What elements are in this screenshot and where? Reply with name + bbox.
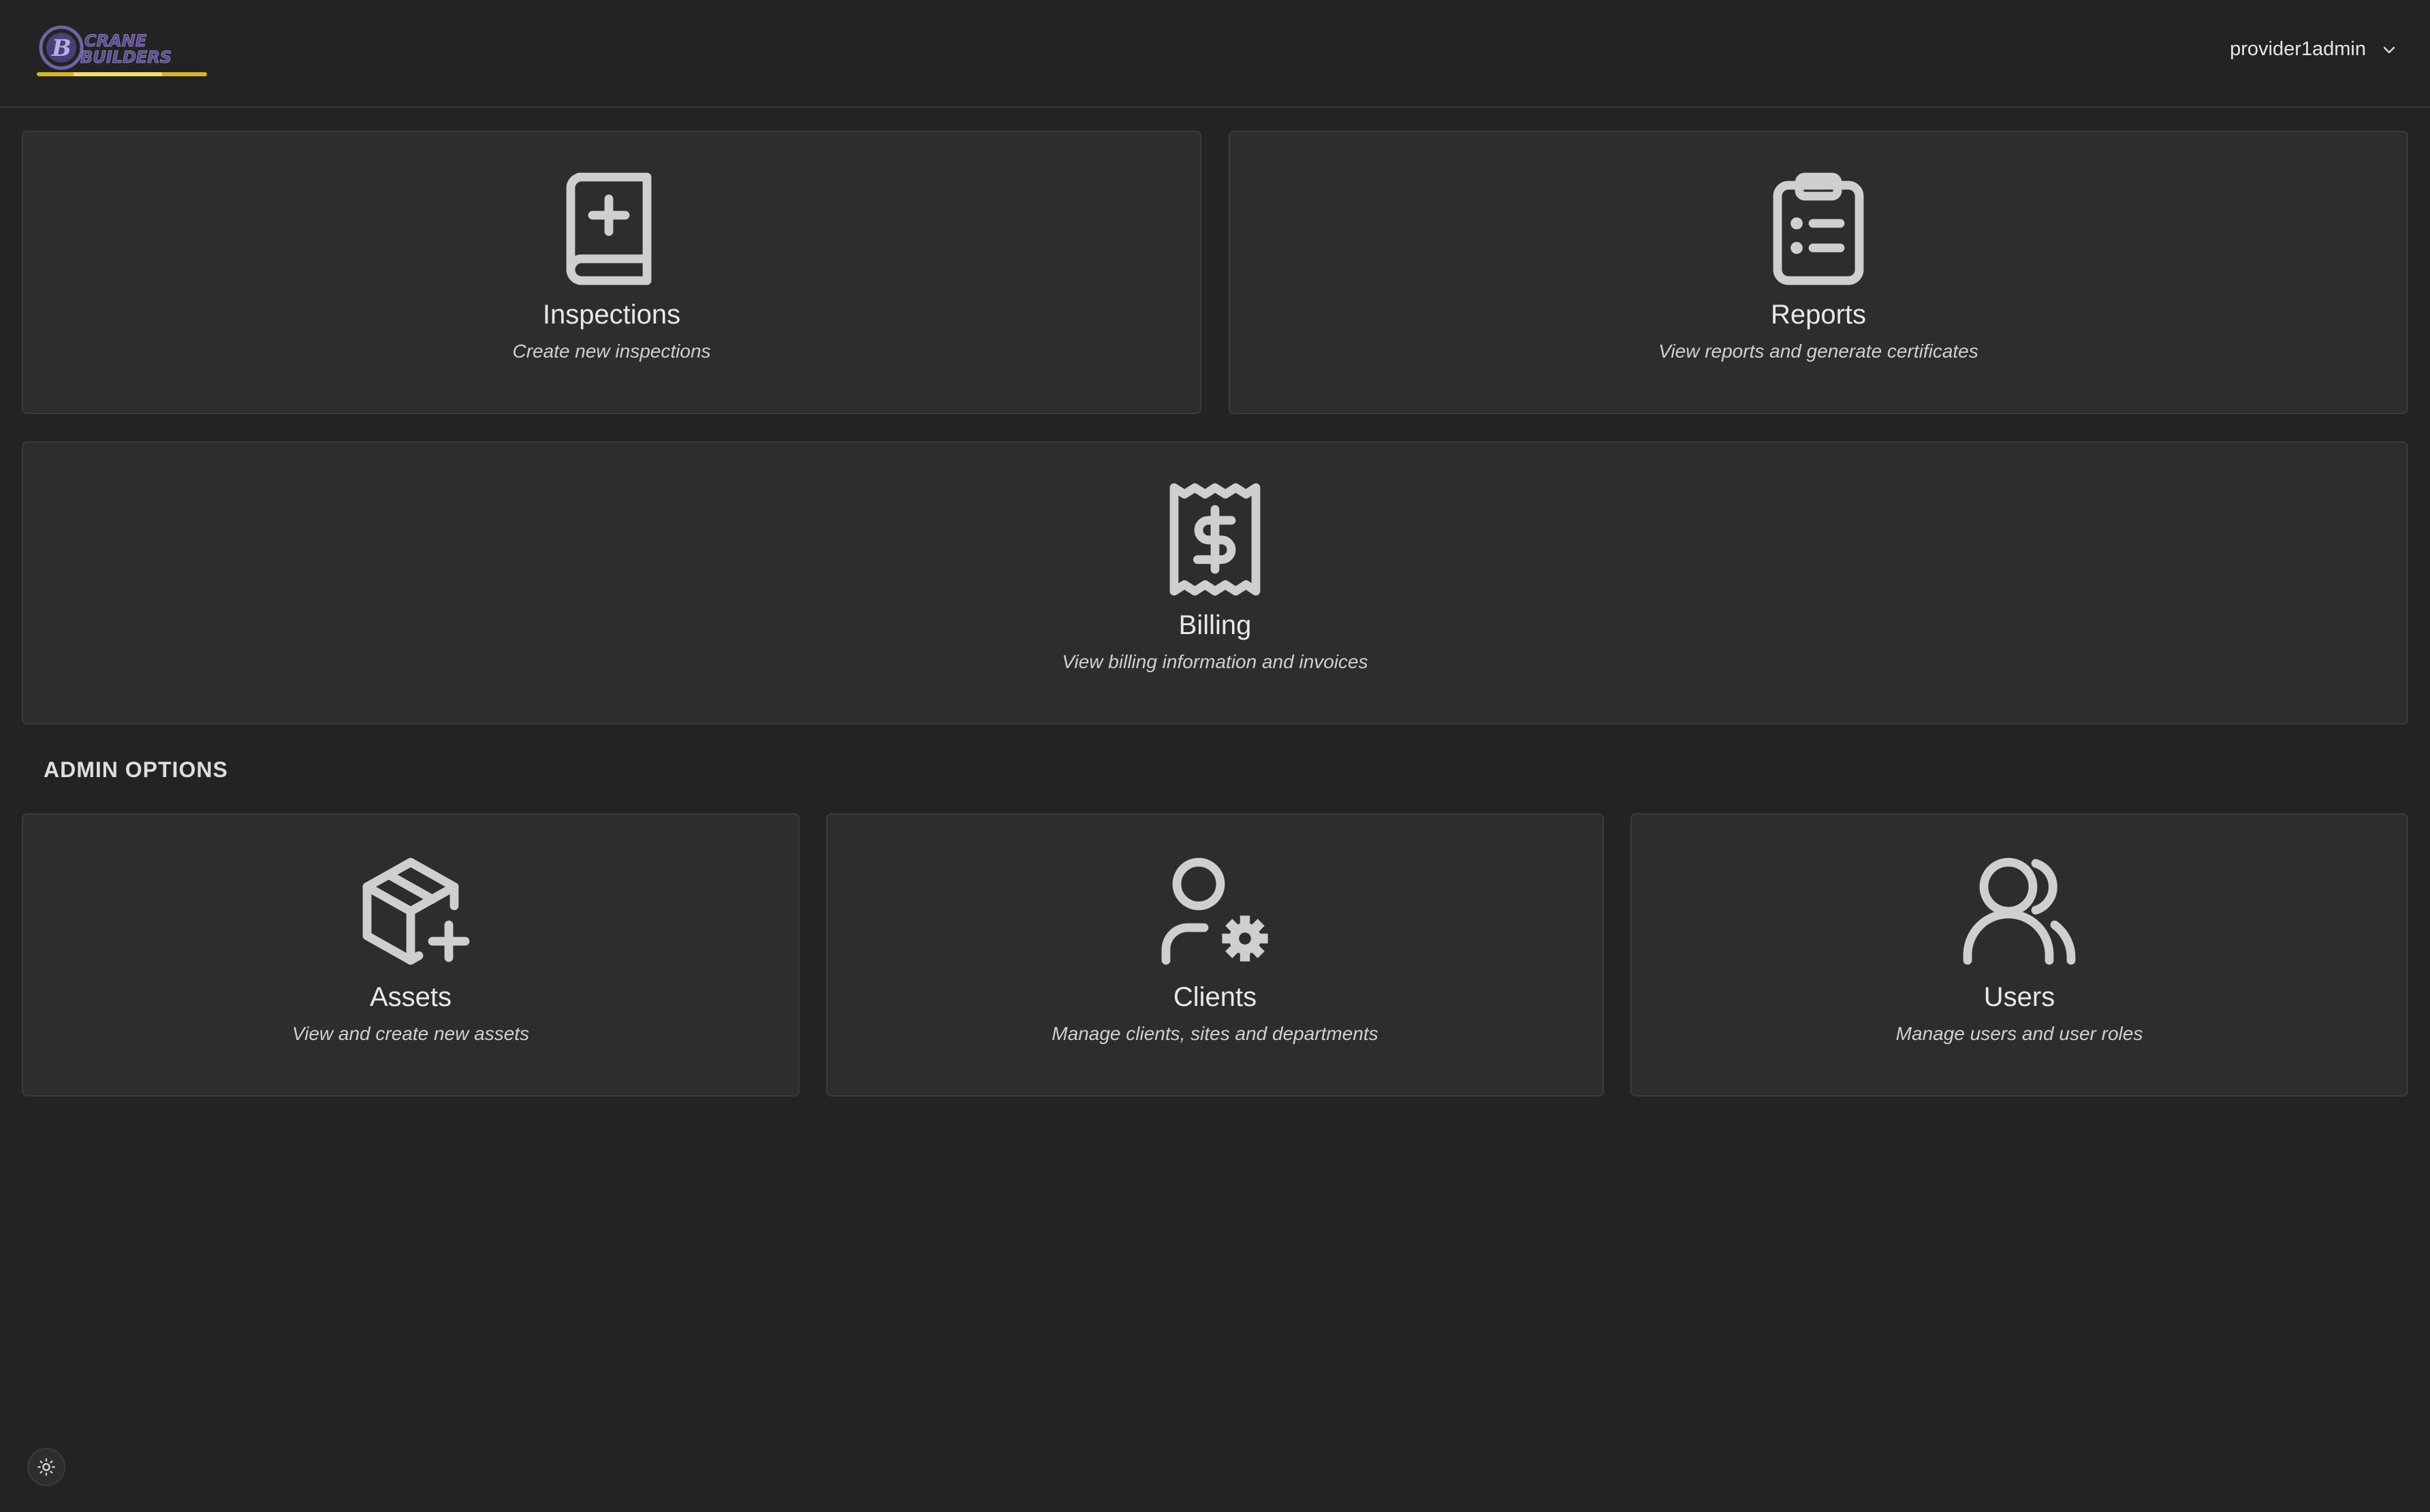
- sun-icon: [37, 1458, 55, 1476]
- inspections-title: Inspections: [542, 300, 681, 330]
- assets-title: Assets: [369, 982, 452, 1012]
- reports-card[interactable]: Reports View reports and generate certif…: [1229, 131, 2408, 414]
- receipt-dollar-icon: [1150, 474, 1280, 605]
- assets-card[interactable]: Assets View and create new assets: [22, 813, 800, 1097]
- assets-description: View and create new assets: [291, 1023, 530, 1044]
- user-menu[interactable]: provider1admin: [2230, 38, 2397, 61]
- reports-title: Reports: [1770, 300, 1867, 330]
- clipboard-list-icon: [1753, 163, 1884, 294]
- username-label: provider1admin: [2230, 38, 2366, 60]
- cb-logo-icon: B CRANE BUILDERS: [37, 25, 207, 76]
- users-card[interactable]: Users Manage users and user roles: [1630, 813, 2408, 1097]
- users-description: Manage users and user roles: [1895, 1023, 2143, 1044]
- svg-text:B: B: [51, 35, 72, 62]
- inspections-description: Create new inspections: [512, 341, 711, 362]
- billing-title: Billing: [1178, 610, 1252, 640]
- inspections-card[interactable]: Inspections Create new inspections: [22, 131, 1201, 414]
- billing-description: View billing information and invoices: [1062, 651, 1368, 672]
- reports-description: View reports and generate certificates: [1658, 341, 1978, 362]
- users-title: Users: [1983, 982, 2055, 1012]
- admin-options-heading: ADMIN OPTIONS: [44, 757, 228, 782]
- users-icon: [1954, 846, 2085, 977]
- svg-text:BUILDERS: BUILDERS: [80, 48, 172, 67]
- top-bar: B CRANE BUILDERS provider1admin: [0, 0, 2430, 108]
- company-logo[interactable]: B CRANE BUILDERS: [33, 22, 210, 84]
- user-cog-icon: [1150, 846, 1280, 977]
- package-plus-icon: [345, 846, 476, 977]
- book-plus-icon: [546, 163, 677, 294]
- clients-description: Manage clients, sites and departments: [1052, 1023, 1378, 1044]
- theme-toggle-button[interactable]: [27, 1448, 65, 1486]
- billing-card[interactable]: Billing View billing information and inv…: [22, 441, 2408, 725]
- clients-title: Clients: [1173, 982, 1257, 1012]
- clients-card[interactable]: Clients Manage clients, sites and depart…: [826, 813, 1604, 1097]
- chevron-down-icon: [2383, 46, 2395, 53]
